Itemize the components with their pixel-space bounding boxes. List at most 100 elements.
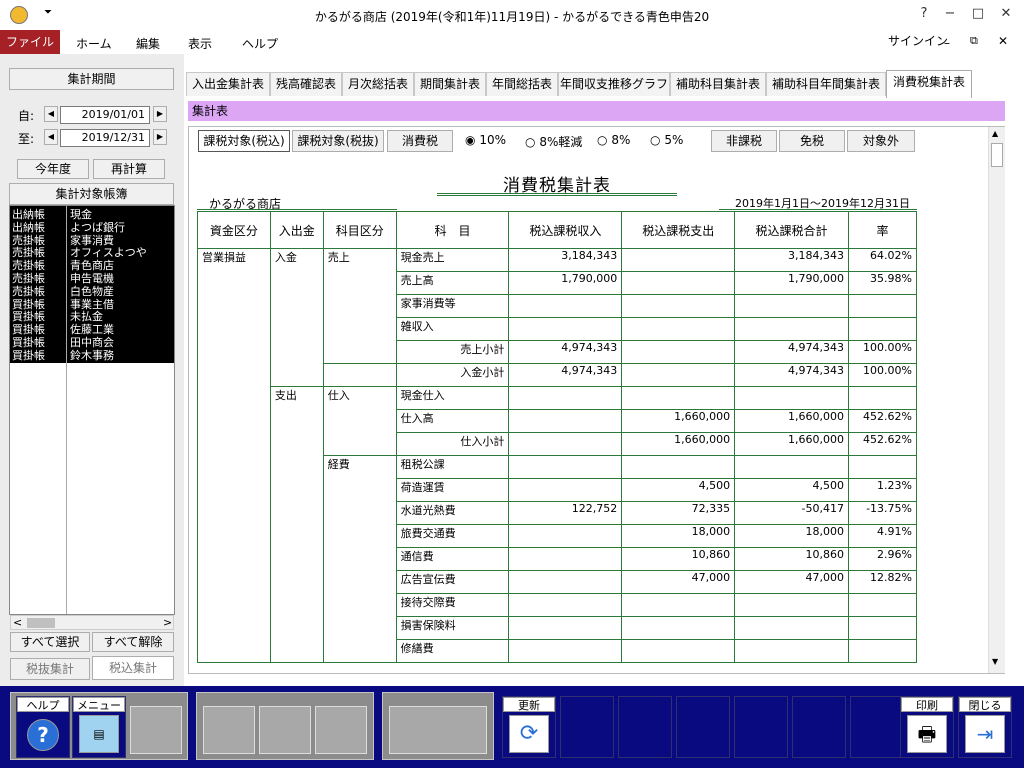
from-prev-button[interactable]: ◀ (44, 106, 58, 122)
table-cell (508, 386, 623, 410)
ledger-name[interactable]: 田中商会 (70, 337, 114, 349)
menu-fkey[interactable]: メニュー ▤ (72, 696, 126, 758)
from-date-input[interactable]: 2019/01/01 (60, 106, 150, 124)
tax-excl-tab[interactable]: 税抜集計 (10, 658, 90, 680)
tab-sub-account-annual[interactable]: 補助科目年間集計表 (766, 72, 886, 96)
tab-sub-account[interactable]: 補助科目集計表 (670, 72, 766, 96)
scroll-left-icon[interactable]: < (13, 616, 22, 629)
ledger-book[interactable]: 買掛帳 (12, 324, 45, 336)
ledger-book[interactable]: 買掛帳 (12, 349, 45, 362)
taxable-excl-button[interactable]: 課税対象(税抜) (292, 130, 384, 152)
table-cell: -13.75% (847, 501, 918, 525)
table-cell: 接待交際費 (395, 593, 510, 617)
deselect-all-button[interactable]: すべて解除 (92, 632, 174, 652)
ledger-book[interactable]: 売掛帳 (12, 285, 45, 298)
radio-10[interactable]: ◉ 10% (465, 133, 506, 147)
ribbon-restore-icon[interactable]: ⧉ (970, 34, 978, 48)
table-row: 支出 仕入 現金仕入 (198, 386, 918, 663)
ledger-hscrollbar[interactable]: < > (10, 615, 174, 630)
menu-file[interactable]: ファイル (0, 30, 60, 54)
ledger-book[interactable]: 買掛帳 (12, 337, 45, 349)
radio-5[interactable]: ○ 5% (650, 133, 683, 147)
consumption-tax-button[interactable]: 消費税 (387, 130, 453, 152)
signin-link[interactable]: サインイン (888, 32, 948, 49)
tax-exempt-button[interactable]: 免税 (779, 130, 845, 152)
ledger-name[interactable]: よつば銀行 (70, 221, 125, 234)
ledger-book[interactable]: 買掛帳 (12, 311, 45, 323)
tab-annual-graph[interactable]: 年間収支推移グラフ (558, 72, 670, 96)
scroll-thumb[interactable] (991, 143, 1003, 167)
ledger-name[interactable]: オフィスよつや (70, 247, 147, 259)
table-cell: 35.98% (847, 271, 918, 295)
scroll-up-icon[interactable]: ▲ (992, 129, 998, 138)
radio-8-reduced[interactable]: ○ 8%軽減 (525, 133, 582, 150)
close-button[interactable]: ✕ (996, 6, 1016, 24)
tab-monthly-summary[interactable]: 月次総括表 (342, 72, 414, 96)
tab-balance-check[interactable]: 残高確認表 (270, 72, 342, 96)
table-cell (508, 570, 623, 594)
tab-consumption-tax[interactable]: 消費税集計表 (886, 70, 972, 98)
table-cell: 18,000 (734, 524, 849, 548)
table-cell: 47,000 (621, 570, 736, 594)
ledger-book[interactable]: 出納帳 (12, 221, 45, 234)
tab-cashflow[interactable]: 入出金集計表 (186, 72, 270, 96)
print-fkey[interactable]: 印刷 🖶 (900, 696, 954, 758)
minimize-button[interactable]: − (940, 6, 960, 24)
recalc-button[interactable]: 再計算 (93, 159, 165, 179)
to-next-button[interactable]: ▶ (153, 129, 167, 145)
ledger-name[interactable]: 青色商店 (70, 260, 114, 272)
ledger-book[interactable]: 売掛帳 (12, 260, 45, 272)
ledger-book[interactable]: 売掛帳 (12, 234, 45, 247)
menu-help[interactable]: ヘルプ (242, 35, 278, 52)
radio-8[interactable]: ○ 8% (597, 133, 630, 147)
non-taxable-button[interactable]: 非課税 (711, 130, 777, 152)
ribbon-close-icon[interactable]: ✕ (998, 34, 1008, 48)
help-icon[interactable]: ? (914, 6, 934, 24)
from-next-button[interactable]: ▶ (153, 106, 167, 122)
tab-annual-summary[interactable]: 年間総括表 (486, 72, 558, 96)
maximize-button[interactable]: □ (968, 6, 988, 24)
ledger-book[interactable]: 売掛帳 (12, 247, 45, 259)
select-all-button[interactable]: すべて選択 (10, 632, 90, 652)
close-fkey[interactable]: 閉じる ⇥ (958, 696, 1012, 758)
ledger-name[interactable]: 事業主借 (70, 298, 114, 311)
ledger-book[interactable]: 買掛帳 (12, 298, 45, 311)
ledger-name[interactable]: 白色物産 (70, 285, 114, 298)
fkey-empty (315, 706, 367, 754)
table-cell (621, 317, 736, 341)
ledger-name[interactable]: 鈴木事務 (70, 349, 114, 362)
scroll-down-icon[interactable]: ▼ (992, 657, 998, 666)
scroll-right-icon[interactable]: > (163, 616, 172, 629)
refresh-fkey[interactable]: 更新 ⟳ (502, 696, 556, 758)
out-of-scope-button[interactable]: 対象外 (847, 130, 915, 152)
taxable-incl-button[interactable]: 課税対象(税込) (198, 130, 290, 152)
exit-door-icon: ⇥ (965, 715, 1005, 753)
report-vscrollbar[interactable]: ▲ ▼ (988, 127, 1005, 673)
ledger-book[interactable]: 売掛帳 (12, 273, 45, 285)
tab-period-summary[interactable]: 期間集計表 (414, 72, 486, 96)
table-cell: 通信費 (395, 547, 510, 571)
to-prev-button[interactable]: ◀ (44, 129, 58, 145)
to-date-input[interactable]: 2019/12/31 (60, 129, 150, 147)
ledger-name[interactable]: 申告電機 (70, 273, 114, 285)
ledger-name[interactable]: 現金 (70, 209, 92, 221)
ledger-list[interactable]: 出納帳 現金 出納帳 よつば銀行 売掛帳 家事消費 売掛帳 オフィスよつや 売掛帳 青色商店 売掛帳… (9, 205, 175, 615)
tax-incl-tab[interactable]: 税込集計 (92, 656, 174, 680)
ribbon-minimize-icon[interactable]: – (944, 36, 950, 50)
scroll-thumb[interactable] (27, 618, 55, 628)
ledger-name[interactable]: 佐藤工業 (70, 324, 114, 336)
menu-view[interactable]: 表示 (188, 35, 212, 52)
report-content: 課税対象(税込) 課税対象(税抜) 消費税 ◉ 10% ○ 8%軽減 ○ 8% … (188, 126, 1005, 674)
menu-edit[interactable]: 編集 (136, 35, 160, 52)
ledger-name[interactable]: 未払金 (70, 311, 103, 323)
help-fkey[interactable]: ヘルプ ? (16, 696, 70, 758)
ledger-book[interactable]: 出納帳 (12, 209, 45, 221)
this-year-button[interactable]: 今年度 (17, 159, 89, 179)
table-cell (734, 639, 849, 663)
table-cell (621, 271, 736, 295)
table-cell (847, 455, 918, 479)
menu-home[interactable]: ホーム (76, 35, 112, 52)
table-cell: 仕入 (322, 386, 397, 456)
ledger-name[interactable]: 家事消費 (70, 234, 114, 247)
table-cell (621, 248, 736, 272)
